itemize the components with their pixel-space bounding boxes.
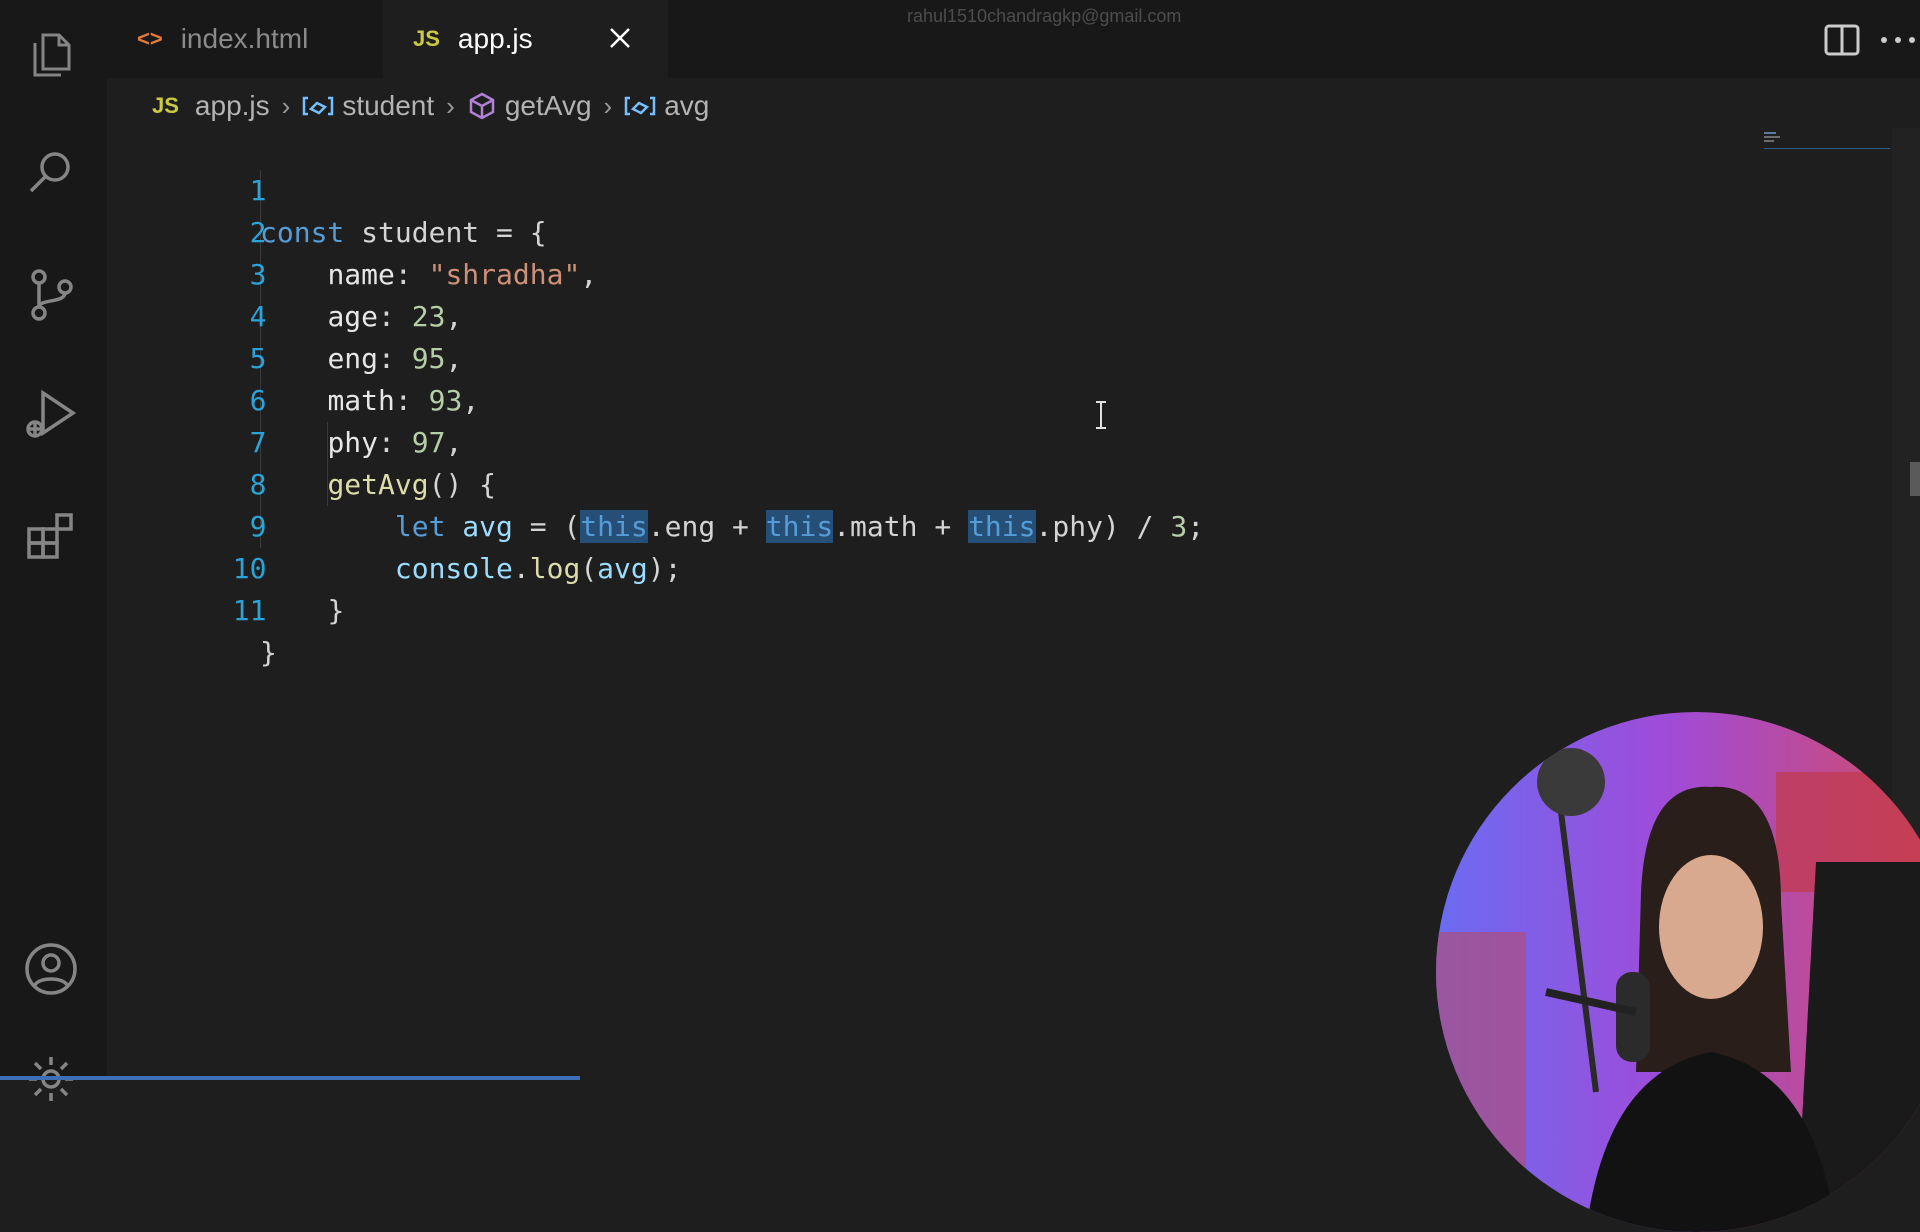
source-control-icon[interactable]: [18, 262, 84, 328]
line-number: 2: [249, 216, 267, 249]
code-line: phy: 97,: [327, 426, 463, 459]
variable-icon: [624, 95, 656, 117]
search-icon[interactable]: [18, 140, 84, 206]
breadcrumb: JS app.js › student › getAvg › avg: [152, 84, 709, 128]
code-line: const student = {: [260, 216, 547, 249]
tab-index-html[interactable]: <> index.html: [107, 0, 383, 78]
breadcrumb-label: student: [342, 90, 435, 121]
line-number: 1: [249, 174, 267, 207]
code-editor[interactable]: 1 const student = { 2 name: "shradha", 3…: [107, 128, 1890, 669]
line-number: 5: [249, 342, 267, 375]
html-file-icon: <>: [137, 26, 163, 51]
line-number: 3: [249, 258, 267, 291]
tab-label: index.html: [180, 23, 309, 54]
chevron-right-icon: ›: [281, 90, 291, 121]
account-icon[interactable]: [18, 936, 84, 1002]
line-number: 6: [249, 384, 267, 417]
chevron-right-icon: ›: [603, 90, 613, 121]
tab-app-js[interactable]: JS app.js: [383, 0, 668, 78]
chevron-right-icon: ›: [446, 90, 455, 121]
code-line: console.log(avg);: [394, 552, 682, 585]
line-number: 10: [232, 552, 267, 585]
method-icon: [467, 91, 497, 121]
breadcrumb-item-avg[interactable]: avg: [624, 90, 709, 122]
tab-bar: <> index.html JS app.js rahul1510chandra…: [107, 0, 1920, 78]
variable-icon: [302, 95, 334, 117]
horizontal-scroll-indicator: [0, 1076, 580, 1080]
breadcrumb-file-label: app.js: [194, 90, 270, 121]
code-line: let avg = (this.eng + this.math + this.p…: [394, 510, 1205, 543]
line-number: 8: [249, 468, 267, 501]
line-number: 7: [249, 426, 267, 459]
presenter-webcam: [1436, 712, 1920, 1232]
code-line: }: [327, 594, 345, 627]
code-line: }: [260, 636, 277, 669]
line-number: 4: [249, 300, 267, 333]
run-debug-icon[interactable]: [18, 382, 84, 448]
account-email: rahul1510chandragkp@gmail.com: [907, 6, 1182, 26]
breadcrumb-item-getavg[interactable]: getAvg: [467, 90, 592, 122]
scrollbar-thumb[interactable]: [1910, 462, 1920, 496]
js-file-icon: JS: [413, 26, 440, 51]
line-number: 9: [249, 510, 267, 543]
line-number: 11: [232, 594, 267, 627]
breadcrumb-label: getAvg: [504, 90, 592, 121]
breadcrumb-file[interactable]: JS app.js: [152, 90, 270, 122]
activity-bar: [0, 0, 107, 1101]
explorer-icon[interactable]: [18, 22, 84, 88]
code-line: age: 23,: [327, 300, 463, 333]
minimap[interactable]: [1760, 128, 1890, 158]
close-icon[interactable]: [602, 20, 638, 56]
code-line: eng: 95,: [327, 342, 463, 375]
more-actions-icon[interactable]: [1876, 18, 1920, 62]
breadcrumb-item-student[interactable]: student: [302, 90, 434, 122]
code-line: name: "shradha",: [327, 258, 598, 291]
js-file-icon: JS: [152, 93, 179, 118]
tab-label: app.js: [457, 23, 533, 54]
extensions-icon[interactable]: [18, 504, 84, 570]
text-cursor-icon: [1096, 401, 1106, 429]
breadcrumb-label: avg: [664, 90, 710, 121]
code-line: getAvg() {: [327, 468, 497, 501]
split-editor-icon[interactable]: [1820, 18, 1864, 62]
code-line: math: 93,: [327, 384, 480, 417]
